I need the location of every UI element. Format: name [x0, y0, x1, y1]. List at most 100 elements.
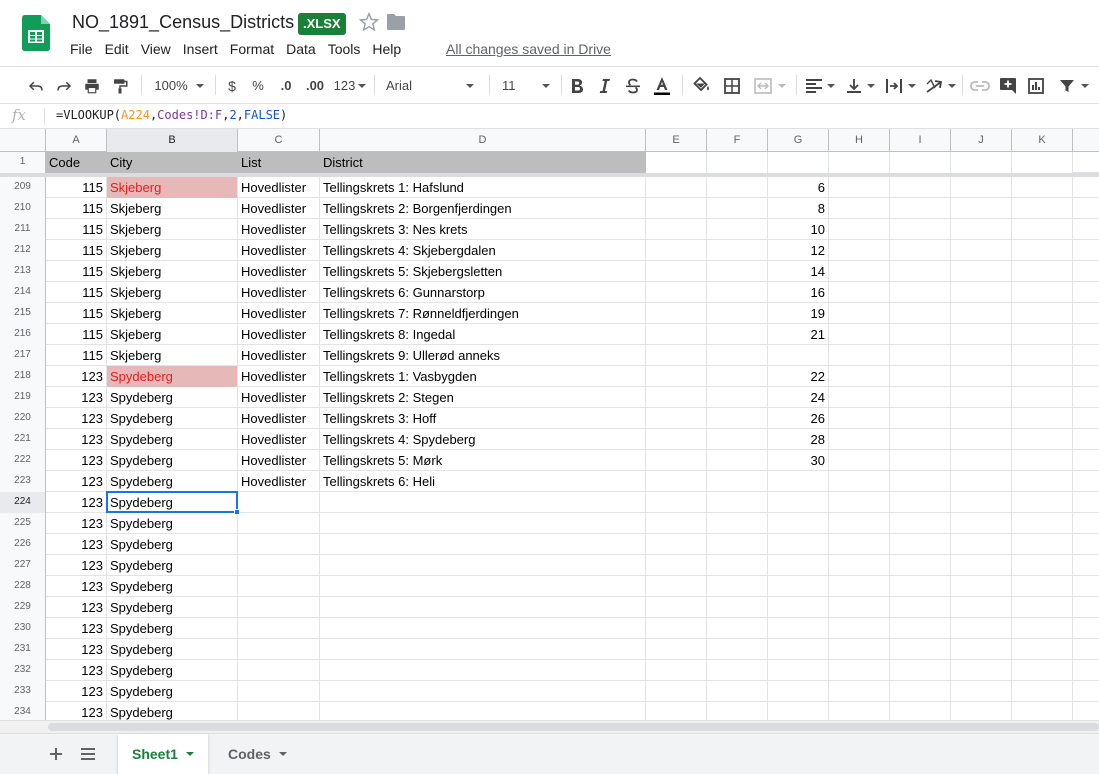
cell[interactable]	[1012, 240, 1073, 261]
cell[interactable]	[829, 282, 890, 303]
cell[interactable]	[890, 219, 951, 240]
list-cell[interactable]	[238, 576, 320, 597]
row-number[interactable]: 212	[0, 240, 46, 261]
cell[interactable]	[951, 303, 1012, 324]
list-cell[interactable]	[238, 618, 320, 639]
cell[interactable]	[890, 597, 951, 618]
row-number[interactable]: 217	[0, 345, 46, 366]
cell[interactable]	[951, 177, 1012, 198]
row-number[interactable]: 226	[0, 534, 46, 555]
cell[interactable]	[829, 387, 890, 408]
column-header-i[interactable]: I	[890, 129, 951, 152]
list-cell[interactable]: Hovedlister	[238, 261, 320, 282]
city-cell[interactable]: Skjeberg	[107, 282, 238, 303]
value-cell[interactable]: 10	[768, 219, 829, 240]
cell[interactable]	[707, 240, 768, 261]
cell[interactable]	[951, 618, 1012, 639]
menu-format[interactable]: Format	[224, 40, 280, 60]
value-cell[interactable]: 24	[768, 387, 829, 408]
cell[interactable]	[646, 660, 707, 681]
district-cell[interactable]	[320, 597, 646, 618]
code-cell[interactable]: 123	[46, 429, 107, 450]
cell[interactable]	[890, 282, 951, 303]
value-cell[interactable]	[768, 534, 829, 555]
district-cell[interactable]: Tellingskrets 5: Skjebergsletten	[320, 261, 646, 282]
cell[interactable]	[1012, 597, 1073, 618]
row-number[interactable]: 234	[0, 702, 46, 720]
value-cell[interactable]	[768, 513, 829, 534]
code-cell[interactable]: 123	[46, 576, 107, 597]
cell[interactable]	[829, 366, 890, 387]
city-cell[interactable]: Skjeberg	[107, 177, 238, 198]
text-wrapping-icon[interactable]	[882, 67, 918, 104]
cell[interactable]	[890, 555, 951, 576]
row-number[interactable]: 209	[0, 177, 46, 198]
row-number[interactable]: 232	[0, 660, 46, 681]
district-cell[interactable]: Tellingskrets 3: Hoff	[320, 408, 646, 429]
district-cell[interactable]: Tellingskrets 2: Borgenfjerdingen	[320, 198, 646, 219]
list-cell[interactable]: Hovedlister	[238, 387, 320, 408]
cell[interactable]	[951, 152, 1012, 173]
cell[interactable]	[646, 492, 707, 513]
code-cell[interactable]: 123	[46, 555, 107, 576]
cell[interactable]	[1012, 513, 1073, 534]
district-cell[interactable]	[320, 576, 646, 597]
cell[interactable]	[951, 282, 1012, 303]
cell[interactable]	[1012, 492, 1073, 513]
cell[interactable]	[951, 555, 1012, 576]
row-number[interactable]: 210	[0, 198, 46, 219]
city-cell[interactable]: Spydeberg	[107, 702, 238, 720]
cell[interactable]	[646, 324, 707, 345]
district-cell[interactable]: Tellingskrets 6: Gunnarstorp	[320, 282, 646, 303]
cell[interactable]	[829, 198, 890, 219]
code-cell[interactable]: 123	[46, 513, 107, 534]
cell[interactable]	[829, 702, 890, 720]
cell[interactable]	[890, 471, 951, 492]
city-cell[interactable]: Skjeberg	[107, 303, 238, 324]
cell[interactable]	[707, 513, 768, 534]
cell[interactable]	[951, 639, 1012, 660]
cell[interactable]	[829, 660, 890, 681]
decrease-decimal-button[interactable]: .0	[274, 67, 298, 104]
cell[interactable]	[829, 450, 890, 471]
district-cell[interactable]: Tellingskrets 9: Ullerød anneks	[320, 345, 646, 366]
row-number[interactable]: 215	[0, 303, 46, 324]
code-cell[interactable]: 115	[46, 303, 107, 324]
borders-icon[interactable]	[720, 67, 744, 104]
cell[interactable]	[829, 177, 890, 198]
cell[interactable]	[707, 681, 768, 702]
cell[interactable]	[707, 219, 768, 240]
city-cell[interactable]: Skjeberg	[107, 345, 238, 366]
cell[interactable]	[707, 177, 768, 198]
value-cell[interactable]: 28	[768, 429, 829, 450]
cell[interactable]	[829, 324, 890, 345]
cell[interactable]	[829, 576, 890, 597]
cell[interactable]	[951, 219, 1012, 240]
fill-handle[interactable]	[234, 509, 240, 515]
cell[interactable]	[951, 576, 1012, 597]
cell[interactable]	[1012, 366, 1073, 387]
district-cell[interactable]	[320, 534, 646, 555]
percent-format-button[interactable]: %	[248, 67, 268, 104]
cell[interactable]	[646, 618, 707, 639]
row-number[interactable]: 222	[0, 450, 46, 471]
code-cell[interactable]: 123	[46, 618, 107, 639]
insert-comment-icon[interactable]	[996, 67, 1020, 104]
city-cell[interactable]: Spydeberg	[107, 660, 238, 681]
cell[interactable]	[1012, 534, 1073, 555]
cell[interactable]	[646, 576, 707, 597]
list-cell[interactable]	[238, 534, 320, 555]
value-cell[interactable]: 19	[768, 303, 829, 324]
list-cell[interactable]	[238, 702, 320, 720]
cell[interactable]	[951, 240, 1012, 261]
cell[interactable]	[829, 471, 890, 492]
cell[interactable]	[646, 177, 707, 198]
add-sheet-button[interactable]	[44, 742, 68, 766]
list-cell[interactable]: Hovedlister	[238, 198, 320, 219]
cell[interactable]	[890, 240, 951, 261]
cell[interactable]	[1012, 660, 1073, 681]
cell[interactable]	[890, 366, 951, 387]
cell[interactable]	[890, 303, 951, 324]
district-cell[interactable]: Tellingskrets 4: Skjebergdalen	[320, 240, 646, 261]
cell[interactable]	[951, 429, 1012, 450]
